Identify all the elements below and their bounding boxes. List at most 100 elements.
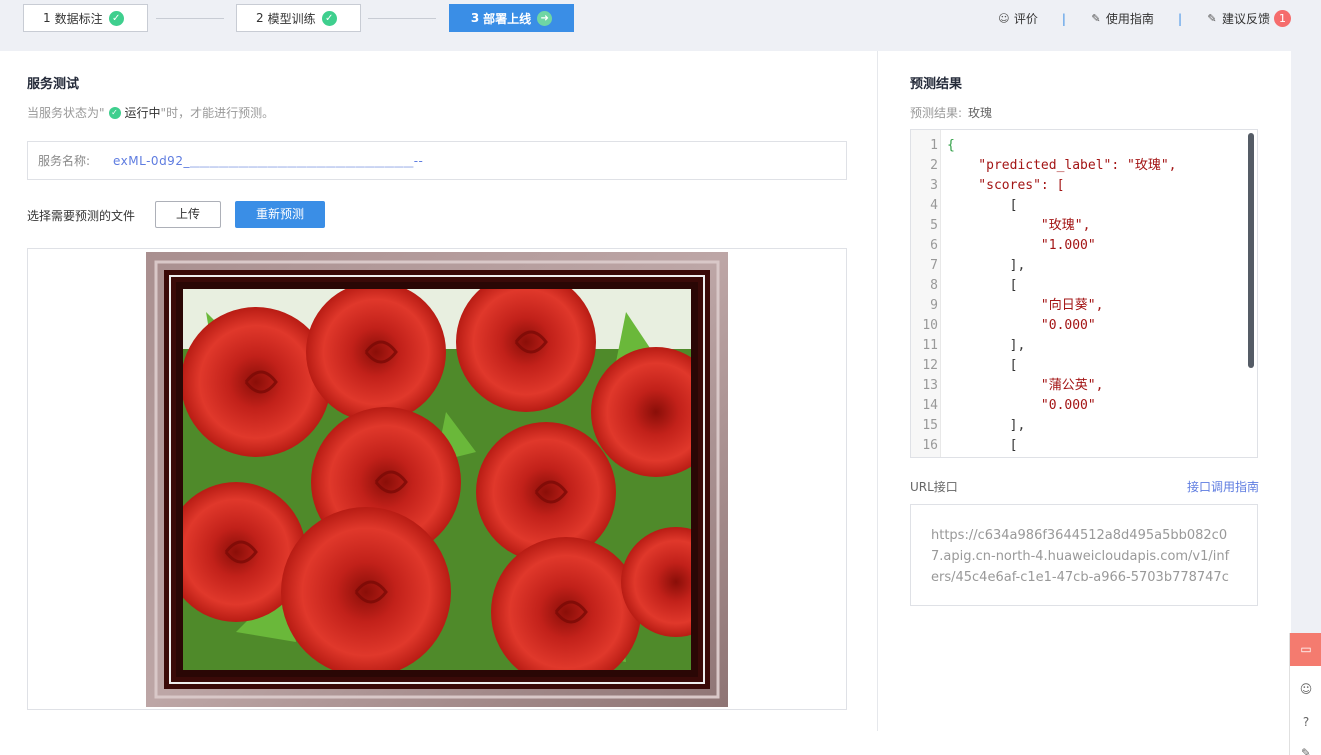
feedback-icon: ✎	[1207, 11, 1217, 25]
code-line: 8 [	[911, 276, 1257, 296]
code-line: 6 "1.000"	[911, 236, 1257, 256]
hint-after: "时，才能进行预测。	[160, 106, 275, 120]
step-1-data-labeling[interactable]: 1 数据标注 ✓	[23, 4, 148, 32]
edit-doc-icon: ✎	[1091, 11, 1101, 25]
divider: |	[1061, 11, 1066, 26]
api-url-field[interactable]: https://c634a986f3644512a8d495a5bb082c07…	[910, 504, 1258, 606]
robot-icon[interactable]: ☺	[1290, 673, 1321, 706]
step-number: 3	[470, 11, 480, 25]
feedback-link[interactable]: ✎ 建议反馈 1	[1206, 10, 1291, 27]
notification-badge: 1	[1274, 10, 1291, 27]
line-number: 12	[922, 358, 938, 373]
code-line: 2 "predicted_label": "玫瑰",	[911, 156, 1257, 176]
code-text: [	[947, 438, 1018, 453]
code-text: [	[947, 358, 1018, 373]
step-number: 2	[256, 11, 264, 25]
step-label: 模型训练	[267, 11, 316, 26]
arrow-right-circle-icon: ➜	[537, 10, 553, 26]
code-line: 7 ],	[911, 256, 1257, 276]
hint-before: 当服务状态为"	[27, 106, 105, 120]
check-circle-icon: ✓	[108, 10, 124, 26]
line-number: 14	[922, 398, 938, 413]
service-name-value: exML-0d92_▁▁▁▁▁▁▁▁▁▁▁▁▁▁▁▁▁▁▁▁▁▁▁--	[113, 154, 423, 168]
code-line: 3 "scores": [	[911, 176, 1257, 196]
step-connector	[368, 18, 436, 19]
vertical-scrollbar[interactable]	[1248, 133, 1254, 368]
service-name-label: 服务名称:	[38, 154, 91, 168]
code-line: 11 ],	[911, 336, 1257, 356]
line-number: 4	[930, 198, 938, 213]
step-3-deploy[interactable]: 3 部署上线 ➜	[449, 4, 574, 32]
code-line: 16 [	[911, 436, 1257, 456]
check-circle-icon: ✓	[321, 10, 337, 26]
status-hint: 当服务状态为" ✓ 运行中 "时，才能进行预测。	[27, 104, 274, 121]
line-number: 5	[930, 218, 938, 233]
code-text: ],	[947, 258, 1026, 273]
hint-status: 运行中	[124, 106, 161, 120]
rate-link[interactable]: ☺ 评价	[998, 10, 1038, 27]
api-guide-link[interactable]: 接口调用指南	[1187, 478, 1259, 495]
code-text: [	[947, 278, 1018, 293]
line-number: 15	[922, 418, 938, 433]
code-text: {	[947, 138, 955, 153]
url-label: URL接口	[910, 480, 958, 494]
code-line: 13 "蒲公英",	[911, 376, 1257, 396]
code-text: "蒲公英",	[947, 378, 1104, 393]
line-number: 11	[922, 338, 938, 353]
help-icon[interactable]: ?	[1290, 706, 1321, 739]
code-text: "向日葵",	[947, 298, 1104, 313]
repredict-button[interactable]: 重新预测	[235, 201, 325, 228]
code-text: "0.000"	[947, 398, 1096, 413]
step-number: 1	[43, 11, 51, 25]
service-name-redacted: ▁▁▁▁▁▁▁▁▁▁▁▁▁▁▁▁▁▁▁▁▁▁▁	[189, 153, 414, 168]
code-text: "玫瑰",	[947, 218, 1091, 233]
line-number: 7	[930, 258, 938, 273]
code-line: 4 [	[911, 196, 1257, 216]
line-number: 9	[930, 298, 938, 313]
image-preview	[27, 248, 847, 710]
code-text: ],	[947, 418, 1026, 433]
divider: |	[1177, 11, 1182, 26]
code-text: "1.000"	[947, 238, 1096, 253]
service-name-text: exML-0d92_	[113, 153, 190, 168]
line-number: 8	[930, 278, 938, 293]
edit-icon[interactable]: ✎	[1290, 737, 1321, 755]
step-label: 数据标注	[54, 11, 103, 26]
feedback-label: 建议反馈	[1221, 12, 1270, 26]
code-line: 5 "玫瑰",	[911, 216, 1257, 236]
code-text: [	[947, 198, 1018, 213]
prediction-result-line: 预测结果: 玫瑰	[910, 104, 992, 121]
top-bar: 1 数据标注 ✓ 2 模型训练 ✓ 3 部署上线 ➜ ☺ 评价 | ✎ 使用指南…	[0, 0, 1321, 50]
step-2-model-training[interactable]: 2 模型训练 ✓	[236, 4, 361, 32]
line-number: 10	[922, 318, 938, 333]
chat-icon[interactable]: ▭	[1290, 633, 1321, 666]
line-number: 3	[930, 178, 938, 193]
service-name-field: 服务名称: exML-0d92_▁▁▁▁▁▁▁▁▁▁▁▁▁▁▁▁▁▁▁▁▁▁▁-…	[27, 141, 847, 180]
code-line: 15 ],	[911, 416, 1257, 436]
rose-photo-image	[146, 252, 728, 707]
upload-button[interactable]: 上传	[155, 201, 221, 228]
floating-toolbar: ▭ ☺ ? ✎	[1289, 633, 1321, 755]
line-number: 16	[922, 438, 938, 453]
line-number: 1	[930, 138, 938, 153]
code-line: 12 [	[911, 356, 1257, 376]
result-label: 预测结果:	[910, 106, 963, 120]
line-number: 13	[922, 378, 938, 393]
service-name-suffix: --	[413, 153, 424, 168]
rate-label: 评价	[1013, 12, 1038, 26]
code-line: 1{	[911, 136, 1257, 156]
guide-link[interactable]: ✎ 使用指南	[1090, 10, 1154, 27]
service-test-title: 服务测试	[27, 77, 80, 92]
result-value: 玫瑰	[968, 106, 993, 120]
step-label: 部署上线	[483, 11, 532, 26]
smile-icon: ☺	[998, 11, 1010, 25]
column-divider	[877, 51, 878, 731]
step-connector	[156, 18, 224, 19]
line-number: 6	[930, 238, 938, 253]
code-line: 14 "0.000"	[911, 396, 1257, 416]
prediction-json-viewer[interactable]: 1{2 "predicted_label": "玫瑰", 3 "scores": …	[910, 129, 1258, 458]
code-text: "0.000"	[947, 318, 1096, 333]
code-line: 10 "0.000"	[911, 316, 1257, 336]
prediction-title: 预测结果	[910, 77, 963, 92]
code-text: ],	[947, 338, 1026, 353]
